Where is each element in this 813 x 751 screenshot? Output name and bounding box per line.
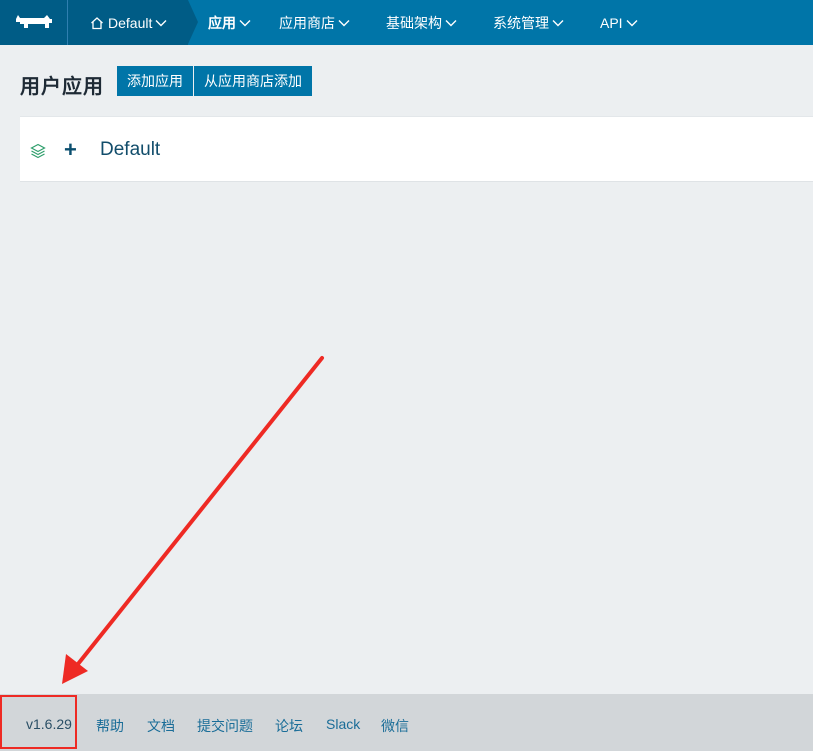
version-label: v1.6.29 xyxy=(26,716,72,732)
annotation-arrow xyxy=(62,356,324,684)
footer-link-slack[interactable]: Slack xyxy=(326,716,360,732)
chevron-down-icon xyxy=(626,19,638,26)
stack-name-link[interactable]: Default xyxy=(100,139,160,161)
stack-layers-icon xyxy=(30,143,46,159)
chevron-down-icon xyxy=(239,19,251,26)
nav-catalog[interactable]: 应用商店 xyxy=(279,0,350,45)
rancher-logo[interactable] xyxy=(0,0,68,45)
expand-plus-icon[interactable]: + xyxy=(64,137,77,163)
top-navigation-bar: Default 应用 应用商店 基础架构 系统管理 API xyxy=(0,0,813,45)
nav-api[interactable]: API xyxy=(600,0,638,45)
rancher-cow-icon xyxy=(15,14,52,28)
chevron-down-icon xyxy=(155,19,167,26)
chevron-down-icon xyxy=(445,19,457,26)
nav-api-label: API xyxy=(600,14,623,31)
footer-link-help[interactable]: 帮助 xyxy=(96,716,124,736)
nav-apps-label: 应用 xyxy=(208,14,236,31)
home-icon xyxy=(91,16,103,29)
nav-catalog-label: 应用商店 xyxy=(279,14,335,31)
footer-link-wechat[interactable]: 微信 xyxy=(381,716,409,736)
add-app-button[interactable]: 添加应用 xyxy=(117,66,193,96)
chevron-down-icon xyxy=(338,19,350,26)
footer-link-docs[interactable]: 文档 xyxy=(147,716,175,736)
chevron-down-icon xyxy=(552,19,564,26)
add-from-catalog-button[interactable]: 从应用商店添加 xyxy=(194,66,312,96)
footer-bar: v1.6.29 帮助 文档 提交问题 论坛 Slack 微信 xyxy=(0,694,813,751)
footer-link-file-issue[interactable]: 提交问题 xyxy=(197,716,253,736)
environment-arrow-decoration xyxy=(188,0,198,44)
environment-label: Default xyxy=(108,14,153,31)
stack-row: + Default xyxy=(20,116,813,182)
nav-infrastructure-label: 基础架构 xyxy=(386,14,442,31)
environment-switcher[interactable]: Default xyxy=(68,0,188,45)
footer-link-forum[interactable]: 论坛 xyxy=(275,716,303,736)
nav-admin-label: 系统管理 xyxy=(493,14,549,31)
nav-infrastructure[interactable]: 基础架构 xyxy=(386,0,457,45)
nav-admin[interactable]: 系统管理 xyxy=(493,0,564,45)
page-title: 用户应用 xyxy=(20,76,104,98)
nav-apps[interactable]: 应用 xyxy=(208,0,251,45)
